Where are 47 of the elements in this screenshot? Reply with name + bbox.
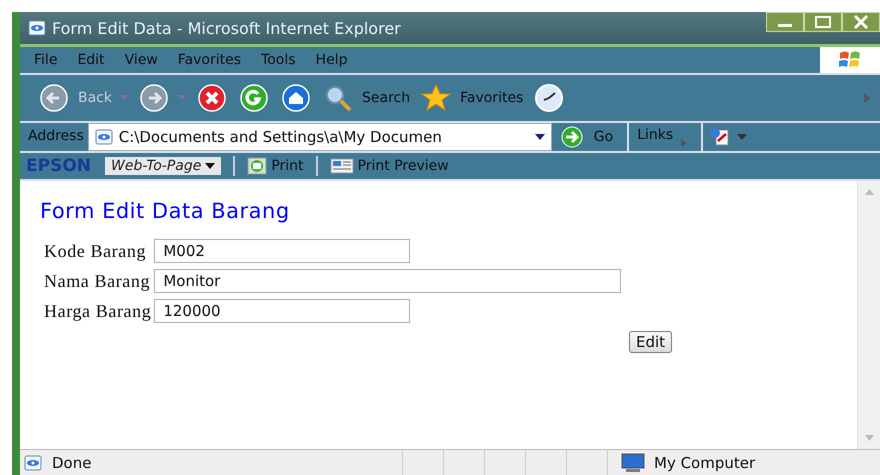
clock-icon[interactable] <box>533 83 566 113</box>
input-field[interactable]: M002 <box>154 239 410 263</box>
print-preview-button[interactable]: Print Preview <box>330 157 449 175</box>
toolbar-label[interactable]: Favorites <box>460 90 524 106</box>
stop-icon[interactable] <box>196 83 228 113</box>
forward-icon[interactable] <box>138 83 170 113</box>
close-button[interactable] <box>842 12 880 32</box>
go-button[interactable]: Go <box>552 123 630 151</box>
scrollbar[interactable] <box>857 181 880 449</box>
zone-text: My Computer <box>654 454 756 472</box>
dropdown[interactable]: Web-To-Page <box>105 157 222 175</box>
star-icon[interactable] <box>420 83 452 113</box>
page-heading: Form Edit Data Barang <box>40 199 291 223</box>
edit-button[interactable]: Edit <box>629 331 672 353</box>
status-text: Done <box>52 454 92 472</box>
links-button[interactable]: Links <box>637 127 674 143</box>
menu-item[interactable]: Edit <box>77 52 105 68</box>
address-label: Address <box>27 127 85 146</box>
input-field[interactable]: Monitor <box>154 269 622 293</box>
more-arrow-icon <box>681 139 688 147</box>
preview-icon <box>330 157 354 175</box>
back-icon[interactable] <box>38 83 70 113</box>
window-title: Form Edit Data - Microsoft Internet Explorer <box>52 18 402 38</box>
print-button[interactable]: Print <box>247 157 304 175</box>
menu-item[interactable]: Help <box>316 52 348 68</box>
address-field[interactable]: C:\Documents and Settings\a\My Documen <box>88 123 552 151</box>
input-field[interactable]: 120000 <box>154 299 410 323</box>
refresh-icon[interactable] <box>238 83 270 113</box>
menu-item[interactable]: Tools <box>261 52 296 68</box>
field-label: Harga Barang <box>44 300 152 322</box>
document-icon[interactable] <box>709 127 732 147</box>
computer-icon <box>620 452 646 472</box>
toolbar-label[interactable]: Back <box>78 90 112 106</box>
menu-item[interactable]: Favorites <box>178 52 242 68</box>
dropdown-arrow-icon[interactable] <box>205 163 216 169</box>
dropdown-arrow-icon[interactable] <box>534 134 545 140</box>
brand-label: EPSON <box>25 156 92 176</box>
maximize-button[interactable] <box>804 12 842 32</box>
minimize-button[interactable] <box>766 12 804 32</box>
field-label: Nama Barang <box>44 270 152 292</box>
menu-item[interactable]: View <box>124 52 158 68</box>
toolbar-label[interactable]: Search <box>362 90 410 106</box>
field-label: Kode Barang <box>44 240 148 262</box>
menu-item[interactable]: File <box>34 52 58 68</box>
scroll-up-icon[interactable] <box>864 189 874 195</box>
home-icon[interactable] <box>280 83 312 113</box>
scroll-down-icon[interactable] <box>864 435 874 441</box>
